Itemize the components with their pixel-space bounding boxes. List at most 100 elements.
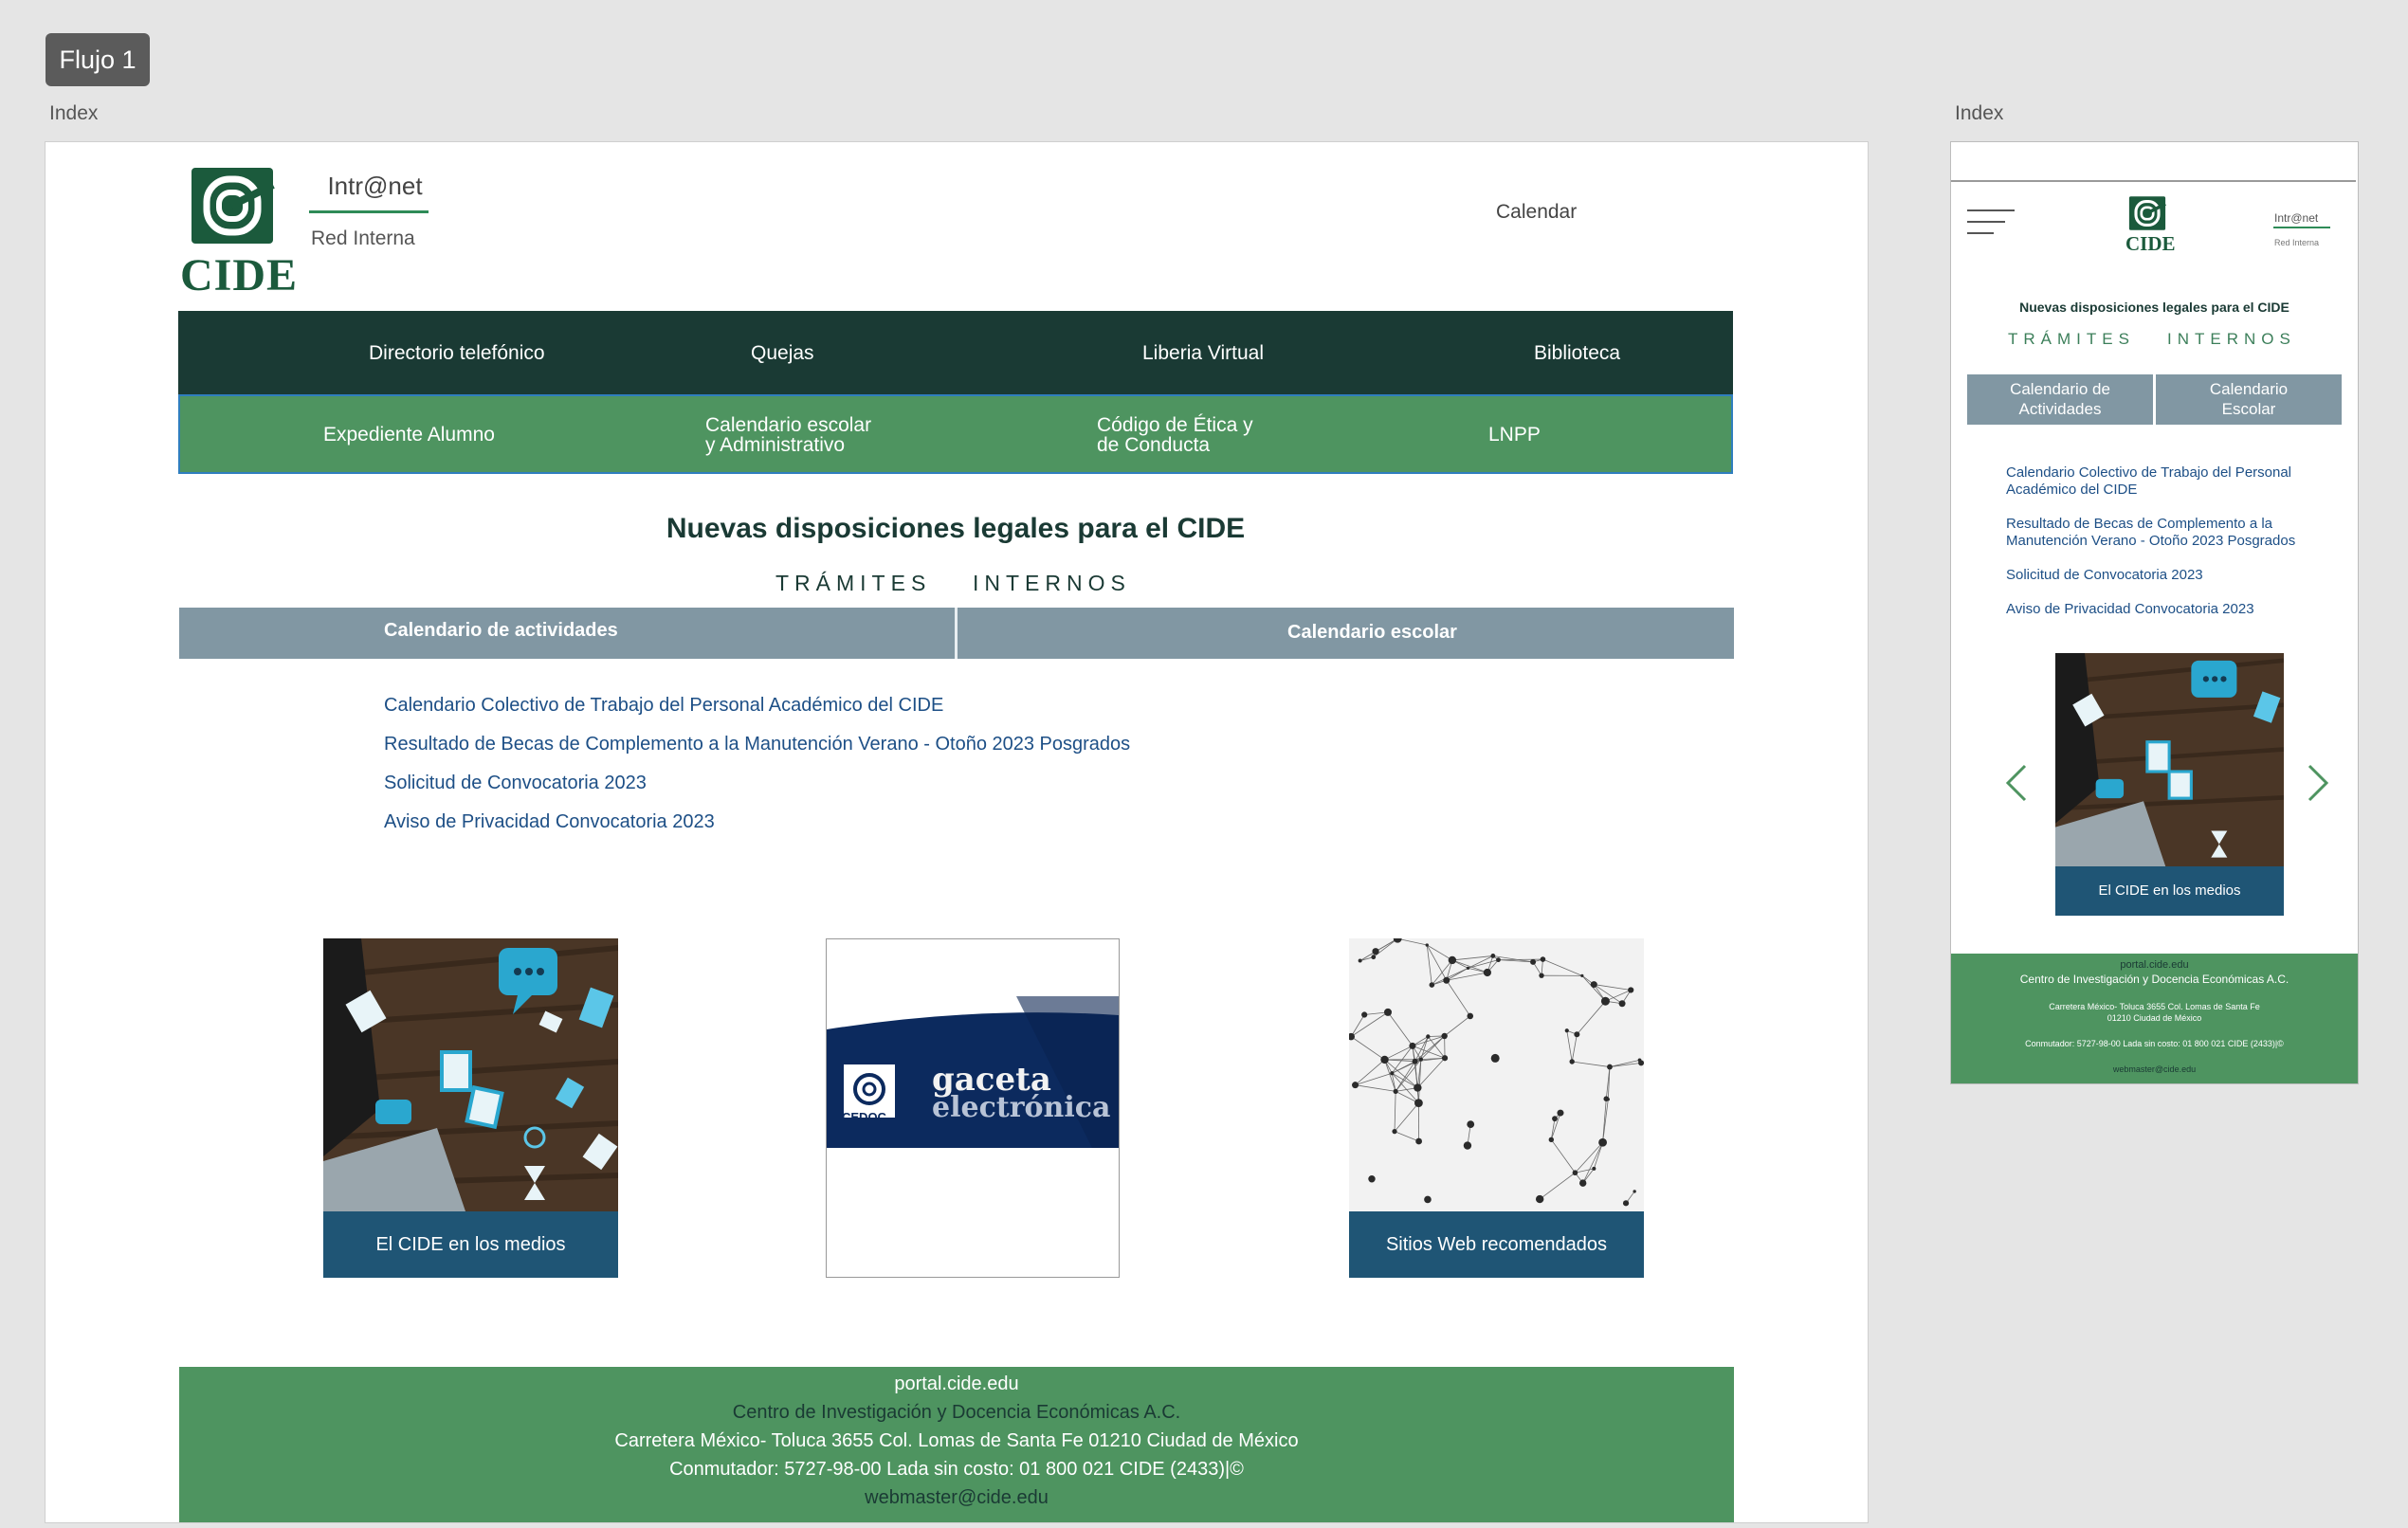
- nav-libreria-virtual[interactable]: Liberia Virtual: [1142, 343, 1264, 363]
- nav-expediente-alumno[interactable]: Expediente Alumno: [323, 425, 495, 445]
- network-node: [1548, 1137, 1555, 1143]
- cide-logo-text: CIDE: [180, 250, 299, 300]
- network-node: [1358, 958, 1362, 963]
- footer-portal[interactable]: portal.cide.edu: [179, 1373, 1734, 1395]
- tab-calendario-escolar[interactable]: Calendario escolar: [1287, 622, 1457, 644]
- footer-address: Carretera México- Toluca 3655 Col. Lomas…: [614, 1430, 1299, 1451]
- cide-logo-icon[interactable]: [190, 166, 275, 250]
- link-calendario-colectivo[interactable]: Calendario Colectivo de Trabajo del Pers…: [384, 695, 943, 717]
- nav-quejas[interactable]: Quejas: [751, 343, 814, 363]
- desktop-frame-label: Index: [49, 102, 99, 124]
- network-node: [1463, 1141, 1472, 1150]
- nav-calendario-line2: y Administrativo: [705, 434, 846, 456]
- network-node: [1618, 1000, 1626, 1008]
- mobile-footer: portal.cide.edu Centro de Investigación …: [1951, 954, 2358, 1083]
- nav-codigo-etica[interactable]: Código de Ética y de Conducta: [1097, 415, 1253, 455]
- network-node: [1393, 1088, 1398, 1094]
- mobile-tab-actividades-line1: Calendario de: [2010, 380, 2110, 398]
- network-node: [1490, 1053, 1500, 1063]
- network-node: [1603, 1096, 1610, 1101]
- mobile-search-bar[interactable]: [1951, 142, 2356, 182]
- network-node: [1600, 996, 1610, 1006]
- nav-codigo-line2: de Conducta: [1097, 434, 1211, 456]
- intranet-underline: [309, 210, 429, 213]
- mobile-footer-portal[interactable]: portal.cide.edu: [1951, 959, 2358, 971]
- nav-calendario-line1: Calendario escolar: [705, 414, 872, 436]
- network-node: [1539, 973, 1544, 978]
- intranet-link[interactable]: Intr@net: [316, 172, 434, 201]
- link-aviso-privacidad[interactable]: Aviso de Privacidad Convocatoria 2023: [384, 811, 715, 833]
- tab-calendario-actividades[interactable]: Calendario de actividades: [384, 620, 618, 642]
- network-node: [1352, 1082, 1359, 1089]
- carousel-next-icon[interactable]: [2306, 764, 2330, 807]
- card-gaceta[interactable]: CEDOC gaceta electrónica: [826, 938, 1120, 1278]
- mobile-tab-actividades[interactable]: Calendario de Actividades: [1967, 374, 2153, 425]
- card-medios-caption: El CIDE en los medios: [323, 1211, 618, 1278]
- network-node: [1414, 1083, 1422, 1092]
- nav-directorio[interactable]: Directorio telefónico: [369, 343, 545, 363]
- network-node: [1380, 1055, 1389, 1064]
- network-node: [1361, 1011, 1368, 1018]
- mobile-link-aviso[interactable]: Aviso de Privacidad Convocatoria 2023: [2006, 601, 2254, 618]
- mobile-intranet-underline: [2273, 227, 2330, 228]
- network-node: [1607, 1064, 1613, 1070]
- flow-badge[interactable]: Flujo 1: [46, 33, 150, 86]
- carousel-caption: El CIDE en los medios: [2055, 866, 2284, 916]
- footer-org: Centro de Investigación y Docencia Econó…: [732, 1402, 1181, 1423]
- network-node: [1580, 973, 1584, 977]
- network-node: [1467, 1012, 1474, 1020]
- network-node: [1371, 955, 1377, 960]
- network-node: [1590, 981, 1597, 989]
- card-cide-medios[interactable]: El CIDE en los medios: [323, 938, 618, 1278]
- mobile-tab-escolar[interactable]: Calendario Escolar: [2156, 374, 2342, 425]
- network-node: [1467, 1120, 1475, 1129]
- link-resultado-becas[interactable]: Resultado de Becas de Complemento a la M…: [384, 734, 1130, 755]
- mobile-internos-heading: INTERNOS: [2167, 330, 2296, 348]
- card-sitios-web[interactable]: Sitios Web recomendados: [1349, 938, 1644, 1278]
- mobile-intranet-link[interactable]: Intr@net: [2274, 211, 2318, 225]
- mobile-link-resultado-becas[interactable]: Resultado de Becas de Complemento a la M…: [2006, 516, 2295, 550]
- network-node: [1530, 958, 1537, 965]
- mobile-link-line: Aviso de Privacidad Convocatoria 2023: [2006, 601, 2254, 617]
- mobile-footer-email[interactable]: webmaster@cide.edu: [1951, 1064, 2358, 1074]
- network-node: [1552, 1116, 1558, 1122]
- nav-lnpp-label: LNPP: [1488, 424, 1541, 446]
- network-node: [1598, 1137, 1607, 1147]
- nav-lnpp[interactable]: LNPP: [1488, 425, 1541, 445]
- calendar-link[interactable]: Calendar: [1496, 201, 1577, 224]
- desktop-frame: CIDE Intr@net Red Interna Calendar Direc…: [45, 141, 1869, 1523]
- nav-biblioteca[interactable]: Biblioteca: [1534, 343, 1620, 363]
- mobile-cide-logo-icon[interactable]: [2128, 195, 2166, 236]
- network-node: [1409, 1042, 1416, 1049]
- mobile-link-line: Solicitud de Convocatoria 2023: [2006, 567, 2203, 583]
- mobile-tab-actividades-line2: Actividades: [2018, 400, 2102, 418]
- network-node: [1535, 1194, 1544, 1204]
- mobile-footer-address2: 01210 Ciudad de México: [2107, 1013, 2202, 1023]
- mobile-link-calendario-colectivo[interactable]: Calendario Colectivo de Trabajo del Pers…: [2006, 464, 2291, 499]
- carousel-slide[interactable]: El CIDE en los medios: [2055, 653, 2284, 916]
- network-node: [1592, 1166, 1596, 1171]
- hamburger-menu-icon[interactable]: [1967, 209, 2015, 244]
- medios-mobile-image: [2055, 653, 2284, 866]
- network-node: [1372, 948, 1379, 955]
- mobile-link-line: Académico del CIDE: [2006, 482, 2138, 498]
- mobile-link-solicitud[interactable]: Solicitud de Convocatoria 2023: [2006, 567, 2203, 584]
- network-node: [1622, 1200, 1630, 1207]
- carousel-prev-icon[interactable]: [2004, 764, 2029, 807]
- nav-codigo-line1: Código de Ética y: [1097, 414, 1253, 436]
- network-node: [1418, 1057, 1423, 1062]
- mobile-cide-logo-text: CIDE: [2125, 232, 2176, 255]
- network-node: [1414, 1099, 1423, 1108]
- mobile-tab-escolar-line2: Escolar: [2221, 400, 2276, 418]
- tabs-divider: [955, 608, 958, 659]
- footer-email[interactable]: webmaster@cide.edu: [179, 1487, 1734, 1509]
- nav-calendario-escolar-admin[interactable]: Calendario escolar y Administrativo: [705, 415, 871, 455]
- network-node: [1557, 1109, 1564, 1117]
- network-node: [1574, 1031, 1580, 1038]
- network-node: [1540, 956, 1546, 962]
- cedoc-label: CEDOC: [842, 1110, 886, 1124]
- link-solicitud-convocatoria[interactable]: Solicitud de Convocatoria 2023: [384, 773, 647, 794]
- network-node: [1490, 954, 1496, 958]
- mobile-tramites-heading: TRÁMITES: [2008, 330, 2135, 348]
- network-node: [1425, 943, 1429, 947]
